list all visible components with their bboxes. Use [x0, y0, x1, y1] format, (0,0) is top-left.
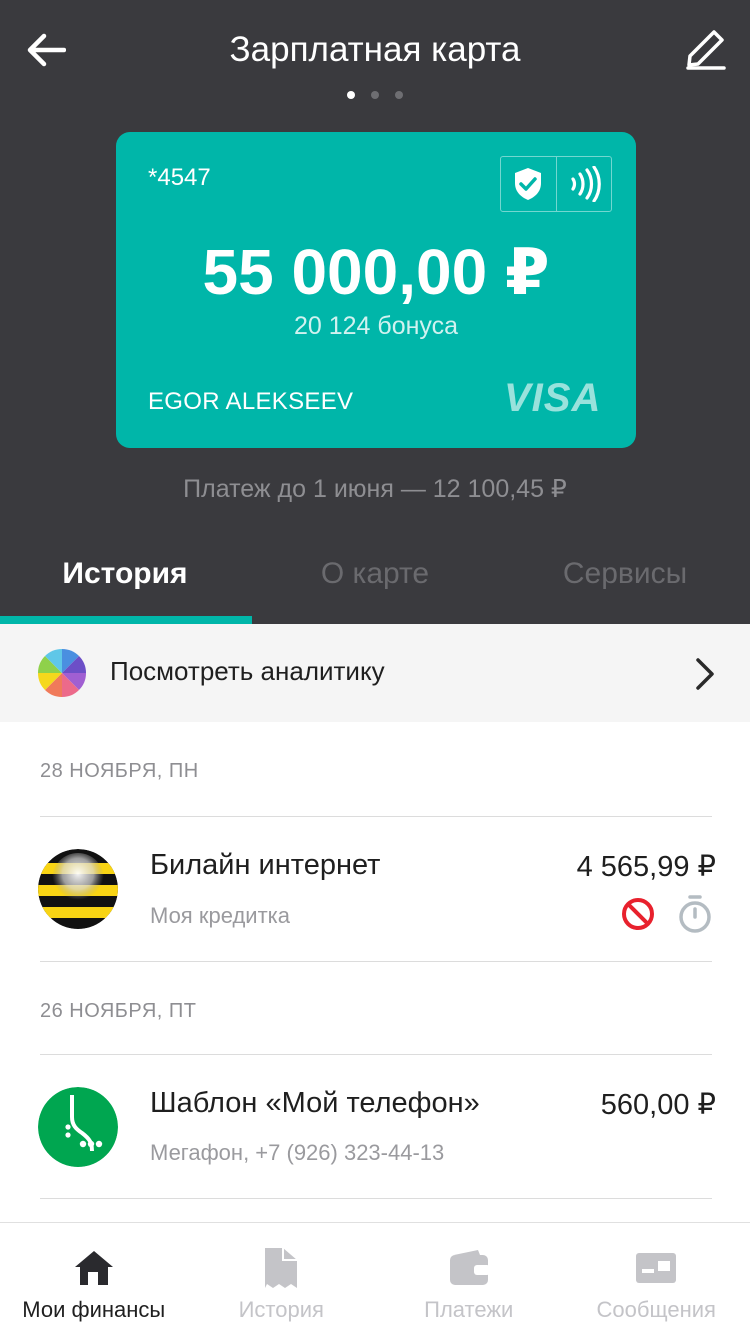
card-balance: 55 000,00 ₽	[202, 236, 550, 308]
transaction-amount: 4 565,99 ₽	[576, 851, 716, 883]
transaction-amount: 560,00 ₽	[600, 1089, 716, 1121]
card-number: *4547	[148, 164, 211, 191]
transaction-row[interactable]: Билайн интернет Моя кредитка 4 565,99 ₽	[0, 817, 750, 961]
card-icon-slot	[555, 157, 611, 211]
bottom-navigation: Мои финансы История Платежи Сообщения	[0, 1222, 750, 1334]
transaction-subtitle: Мегафон, +7 (926) 323-44-13	[150, 1140, 445, 1165]
receipt-icon	[258, 1245, 304, 1291]
card-pager[interactable]	[0, 91, 750, 99]
date-header: 28 НОЯБРЯ, ПН	[40, 760, 199, 782]
nav-label: Платежи	[424, 1297, 514, 1322]
blocked-icon	[622, 898, 654, 930]
page-title: Зарплатная карта	[229, 30, 521, 69]
pager-dot[interactable]	[395, 91, 403, 99]
nav-my-finances[interactable]: Мои финансы	[0, 1223, 188, 1334]
analytics-label: Посмотреть аналитику	[110, 656, 385, 686]
divider	[40, 1198, 712, 1199]
bank-card[interactable]: *4547 55 000,00 ₽ 20 124 бонуса EGOR ALE…	[116, 132, 636, 448]
edit-button[interactable]	[680, 24, 730, 74]
tab-history[interactable]: История	[0, 540, 252, 624]
contactless-icon	[571, 166, 601, 202]
home-icon	[71, 1245, 117, 1291]
card-icon-slot	[501, 157, 556, 211]
payment-note: Платеж до 1 июня — 12 100,45 ₽	[183, 475, 567, 503]
tab-services[interactable]: Сервисы	[500, 540, 750, 624]
visa-logo: VISA	[504, 376, 602, 420]
beeline-logo	[38, 849, 118, 929]
chevron-right-icon	[696, 658, 714, 690]
nav-label: Мои финансы	[22, 1297, 166, 1322]
tab-bar: История О карте Сервисы	[0, 540, 750, 624]
tab-about-card[interactable]: О карте	[250, 540, 500, 624]
shield-check-icon	[515, 168, 542, 200]
card-icons	[500, 156, 612, 212]
divider	[40, 961, 712, 962]
pen-icon	[686, 30, 726, 70]
nav-payments[interactable]: Платежи	[375, 1223, 563, 1334]
nav-label: Сообщения	[596, 1297, 716, 1322]
transaction-row[interactable]: Шаблон «Мой телефон» Мегафон, +7 (926) 3…	[0, 1055, 750, 1199]
megafon-logo	[38, 1087, 118, 1167]
nav-history[interactable]: История	[188, 1223, 376, 1334]
card-bonus: 20 124 бонуса	[293, 312, 459, 340]
date-header: 26 НОЯБРЯ, ПТ	[40, 1000, 197, 1022]
transaction-title: Шаблон «Мой телефон»	[150, 1087, 480, 1119]
nav-label: История	[238, 1297, 324, 1322]
pie-chart-icon	[38, 649, 86, 697]
pager-dot[interactable]	[371, 91, 379, 99]
message-card-icon	[633, 1245, 679, 1291]
transaction-title: Билайн интернет	[150, 849, 381, 881]
wallet-icon	[446, 1245, 492, 1291]
nav-messages[interactable]: Сообщения	[563, 1223, 750, 1334]
transaction-subtitle: Моя кредитка	[150, 903, 290, 928]
pager-dot[interactable]	[347, 91, 355, 99]
card-holder-name: EGOR ALEKSEEV	[148, 388, 354, 415]
header: Зарплатная карта *4547 55 000,00 ₽ 20 12…	[0, 0, 750, 624]
stopwatch-icon	[679, 895, 711, 933]
analytics-row[interactable]: Посмотреть аналитику	[0, 624, 750, 722]
